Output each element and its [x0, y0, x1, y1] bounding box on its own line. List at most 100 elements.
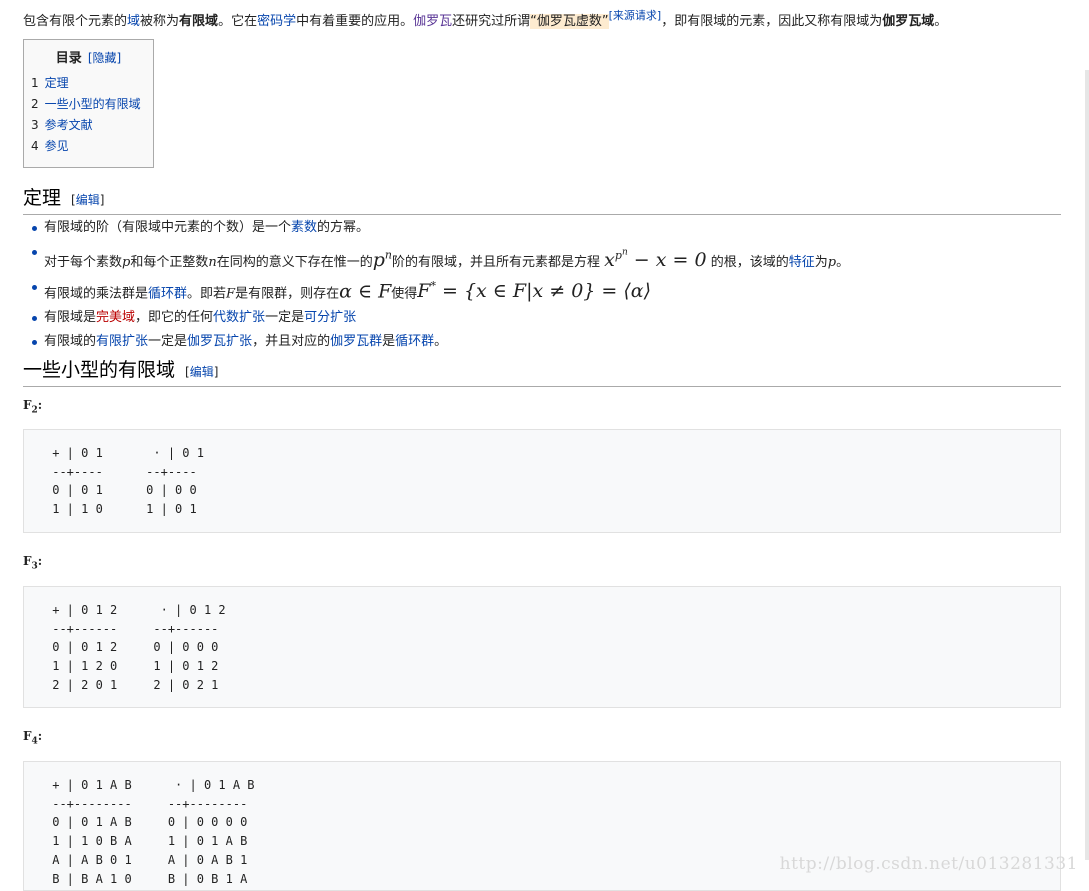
math-p-pow-n: pn [373, 249, 392, 271]
text: 是有限群，则存在 [235, 286, 340, 302]
toc-item-number: 2 [31, 97, 39, 111]
math-base: F [417, 280, 431, 303]
link-galois-extension[interactable]: 伽罗瓦扩张 [187, 334, 252, 349]
edit-section: [编辑] [185, 365, 218, 379]
text: 对于每个素数 [44, 254, 123, 270]
text: 为 [814, 254, 828, 270]
field-symbol: F [23, 398, 32, 412]
text: 的根，该域的 [710, 254, 789, 270]
toc-item-link[interactable]: 参考文献 [45, 118, 93, 132]
list-item: 有限域的有限扩张一定是伽罗瓦扩张，并且对应的伽罗瓦群是循环群。 [23, 330, 1061, 354]
highlight-galois-imaginary: “伽罗瓦虚数” [530, 14, 609, 29]
text: 。 [434, 334, 448, 350]
bracket: ] [99, 193, 105, 207]
intro-text: 还研究过所谓 [452, 14, 531, 29]
field-symbol: F [23, 729, 32, 743]
intro-text: 包含有限个元素的 [23, 14, 128, 29]
link-cyclic-group[interactable]: 循环群 [148, 286, 187, 301]
toc-list: 1 定理 2 一些小型的有限域 3 参考文献 4 参见 [24, 73, 153, 157]
toc-item-link[interactable]: 定理 [45, 76, 69, 90]
text: 在同构的意义下存在惟一的 [216, 254, 373, 270]
colon: : [37, 398, 43, 412]
intro-bold-finite-field: 有限域 [179, 14, 219, 29]
intro-text: 。 [934, 14, 948, 29]
text: 有限域是 [44, 310, 97, 326]
section-heading-small-fields: 一些小型的有限域 [编辑] [23, 357, 1061, 387]
link-galois[interactable]: 伽罗瓦 [413, 14, 452, 29]
text: 有限域的乘法群是 [44, 286, 149, 302]
toc-item-number: 4 [31, 139, 39, 153]
text: 一定是 [148, 334, 188, 350]
link-prime[interactable]: 素数 [291, 220, 317, 235]
math-alpha-in-f: α ∈ F [339, 280, 392, 303]
intro-text: ，即有限域的元素，因此又称有限域为 [661, 14, 883, 29]
field-label-f4: F4: [23, 729, 42, 746]
operation-table-f2: + | 0 1 · | 0 1 --+---- --+---- 0 | 0 1 … [23, 429, 1061, 533]
section-title: 一些小型的有限域 [23, 359, 176, 381]
list-item: 有限域是完美域，即它的任何代数扩张一定是可分扩张 [23, 306, 1061, 330]
intro-paragraph: 包含有限个元素的域被称为有限域。它在密码学中有着重要的应用。伽罗瓦还研究过所谓“… [23, 6, 1061, 32]
table-of-contents: 目录 [隐藏] 1 定理 2 一些小型的有限域 3 参考文献 4 参见 [23, 39, 154, 168]
text: 一定是 [265, 310, 305, 326]
math-var: n [208, 254, 217, 270]
theorem-list: 有限域的阶（有限域中元素的个数）是一个素数的方幂。 对于每个素数p和每个正整数n… [23, 216, 1061, 354]
scrollbar[interactable] [1085, 70, 1089, 860]
text: 是 [382, 334, 396, 350]
math-exponent: p [614, 248, 622, 262]
intro-text: 被称为 [140, 14, 180, 29]
math-equation: xpn − x = 0 [604, 247, 707, 271]
link-cyclic-group[interactable]: 循环群 [395, 334, 434, 349]
section-title: 定理 [23, 187, 62, 209]
toc-item-link[interactable]: 参见 [45, 139, 69, 153]
link-characteristic[interactable]: 特征 [789, 255, 815, 270]
text: ，并且对应的 [252, 334, 331, 350]
link-galois-group[interactable]: 伽罗瓦群 [330, 334, 382, 349]
edit-link-theorem[interactable]: 编辑 [76, 193, 100, 207]
intro-text: 中有着重要的应用。 [296, 14, 414, 29]
text: 阶的有限域，并且所有元素都是方程 [392, 254, 601, 270]
link-field[interactable]: 域 [127, 14, 140, 29]
field-label-f3: F3: [23, 554, 42, 571]
list-item: 有限域的乘法群是循环群。即若F是有限群，则存在α ∈ F使得F* = {x ∈ … [23, 275, 1061, 306]
math-var: F [226, 286, 236, 302]
math-multiplicative-group: F* = {x ∈ F|x ≠ 0} = ⟨α⟩ [417, 280, 651, 302]
math-rest: − x = 0 [627, 248, 707, 271]
bracket: ] [213, 365, 219, 379]
link-algebraic-extension[interactable]: 代数扩张 [213, 310, 265, 325]
text: 。 [836, 254, 850, 270]
text: 有限域的阶（有限域中元素的个数）是一个 [44, 220, 292, 235]
text: 有限域的 [44, 334, 97, 350]
toc-item-number: 1 [31, 76, 39, 90]
text: 的方幂。 [317, 220, 370, 235]
toc-title: 目录 [55, 51, 82, 66]
list-item: 有限域的阶（有限域中元素的个数）是一个素数的方幂。 [23, 216, 1061, 240]
toc-item[interactable]: 1 定理 [31, 73, 153, 94]
intro-bold-galois-field: 伽罗瓦域 [882, 14, 935, 29]
list-item: 对于每个素数p和每个正整数n在同构的意义下存在惟一的pn阶的有限域，并且所有元素… [23, 240, 1061, 275]
field-symbol: F [23, 554, 32, 568]
watermark-text: http://blog.csdn.net/u013281331 [779, 854, 1078, 874]
colon: : [37, 554, 43, 568]
citation-needed-link[interactable]: [来源请求] [609, 9, 662, 22]
toc-toggle-link[interactable]: [隐藏] [88, 51, 121, 65]
colon: : [37, 729, 43, 743]
math-exponent: n [384, 248, 393, 262]
text: 和每个正整数 [130, 254, 209, 270]
text: 使得 [391, 286, 418, 302]
intro-text: 。它在 [218, 14, 258, 29]
toc-item[interactable]: 3 参考文献 [31, 115, 153, 136]
link-finite-extension[interactable]: 有限扩张 [96, 334, 148, 349]
link-perfect-field[interactable]: 完美域 [96, 310, 135, 325]
link-cryptography[interactable]: 密码学 [257, 14, 296, 29]
toc-item[interactable]: 2 一些小型的有限域 [31, 94, 153, 115]
toc-header: 目录 [隐藏] [24, 47, 153, 66]
edit-link-small-fields[interactable]: 编辑 [190, 365, 214, 379]
toc-item-number: 3 [31, 118, 39, 132]
toc-item[interactable]: 4 参见 [31, 136, 153, 157]
field-label-f2: F2: [23, 398, 42, 415]
math-var: p [827, 254, 837, 270]
toc-item-link[interactable]: 一些小型的有限域 [45, 97, 141, 111]
link-separable-extension[interactable]: 可分扩张 [304, 310, 356, 325]
edit-section: [编辑] [71, 193, 104, 207]
section-heading-theorem: 定理 [编辑] [23, 185, 1061, 215]
